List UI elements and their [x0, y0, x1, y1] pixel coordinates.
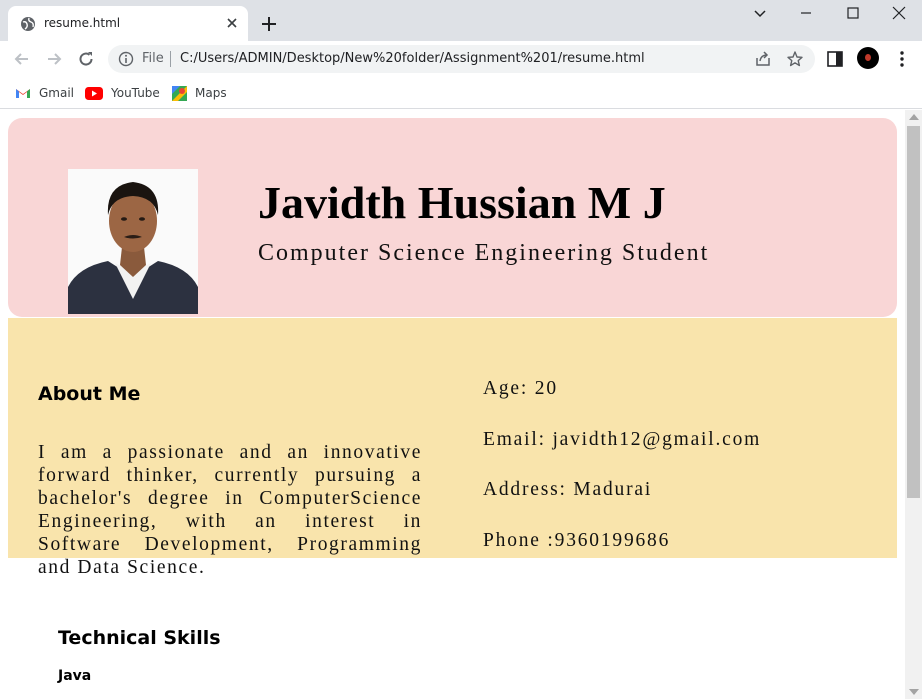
about-heading: About Me	[38, 383, 141, 405]
bookmark-star-icon[interactable]	[786, 50, 804, 68]
profile-photo	[68, 169, 198, 314]
url-text[interactable]: C:/Users/ADMIN/Desktop/New%20folder/Assi…	[180, 51, 645, 66]
tab-strip: resume.html	[0, 0, 922, 41]
scroll-down-arrow-icon[interactable]	[909, 689, 919, 695]
address-detail: Address: Madurai	[483, 479, 653, 500]
close-tab-icon[interactable]	[224, 15, 240, 31]
scroll-up-arrow-icon[interactable]	[909, 114, 919, 120]
skills-heading: Technical Skills	[58, 627, 221, 649]
maximize-icon[interactable]	[838, 4, 868, 24]
share-icon[interactable]	[754, 50, 772, 68]
more-menu-icon[interactable]	[894, 50, 910, 68]
scrollbar-thumb[interactable]	[907, 126, 920, 498]
new-tab-icon[interactable]	[259, 14, 279, 34]
reload-icon[interactable]	[76, 49, 96, 69]
resume-header: Javidth Hussian M J Computer Science Eng…	[8, 118, 897, 317]
age-detail: Age: 20	[483, 378, 558, 399]
gmail-icon	[16, 89, 30, 98]
side-panel-icon[interactable]	[826, 50, 844, 68]
forward-arrow-icon[interactable]	[44, 49, 64, 69]
phone-detail: Phone :9360199686	[483, 529, 671, 551]
browser-tab[interactable]: resume.html	[8, 6, 248, 41]
bookmark-label: Gmail	[39, 86, 75, 100]
profile-avatar[interactable]	[857, 47, 879, 69]
globe-icon	[21, 17, 35, 31]
bookmark-youtube[interactable]: YouTube	[85, 84, 160, 102]
url-separator	[170, 51, 171, 67]
email-detail: Email: javidth12@gmail.com	[483, 428, 762, 450]
page-viewport: Javidth Hussian M J Computer Science Eng…	[0, 110, 905, 699]
vertical-scrollbar[interactable]	[905, 110, 922, 699]
browser-toolbar: File C:/Users/ADMIN/Desktop/New%20folder…	[0, 41, 922, 77]
maps-icon	[172, 85, 187, 101]
resume-name: Javidth Hussian M J	[258, 177, 666, 228]
bookmarks-bar: Gmail YouTube Maps	[0, 77, 922, 109]
about-paragraph: I am a passionate and an innovative forw…	[38, 442, 422, 578]
minimize-icon[interactable]	[791, 4, 821, 24]
url-scheme-label: File	[142, 51, 164, 66]
tab-title: resume.html	[44, 16, 121, 30]
tab-search-chevron-icon[interactable]	[745, 4, 775, 24]
resume-role: Computer Science Engineering Student	[258, 240, 710, 266]
window-close-icon[interactable]	[884, 4, 914, 24]
back-arrow-icon[interactable]	[12, 49, 32, 69]
contact-details: Age: 20 Email: javidth12@gmail.com Addre…	[483, 378, 761, 580]
youtube-icon	[85, 86, 103, 100]
address-bar[interactable]: File C:/Users/ADMIN/Desktop/New%20folder…	[108, 45, 815, 73]
bookmark-label: Maps	[195, 86, 227, 100]
info-icon[interactable]	[118, 51, 134, 67]
bookmark-maps[interactable]: Maps	[172, 84, 227, 102]
bookmark-gmail[interactable]: Gmail	[15, 84, 74, 102]
skill-item: Java	[58, 668, 92, 684]
bookmark-label: YouTube	[111, 86, 160, 100]
